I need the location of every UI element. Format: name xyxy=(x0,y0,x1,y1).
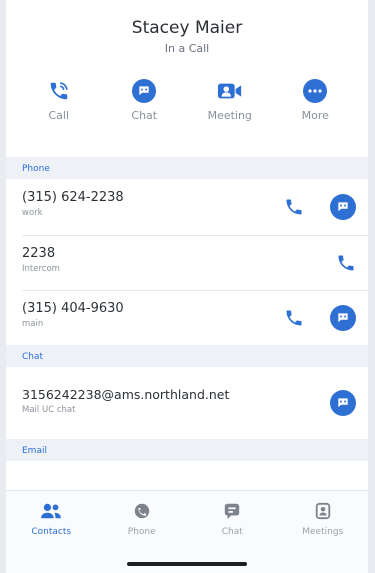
contacts-icon xyxy=(41,503,62,519)
more-action-label: More xyxy=(301,109,329,122)
phone-entry-intercom[interactable]: 2238 Intercom xyxy=(6,236,368,290)
tab-phone[interactable]: Phone xyxy=(102,491,182,573)
chat-bubble-icon[interactable] xyxy=(330,194,356,220)
phone-type: Intercom xyxy=(22,264,60,274)
chat-action-button[interactable]: Chat xyxy=(104,79,184,122)
phone-icon[interactable] xyxy=(336,253,356,273)
meeting-action-button[interactable]: Meeting xyxy=(190,79,270,122)
email-section-header: Email xyxy=(6,439,368,461)
phone-icon[interactable] xyxy=(284,197,304,217)
call-action-button[interactable]: Call xyxy=(19,79,99,122)
home-indicator xyxy=(127,562,247,566)
chat-address: 3156242238@ams.northland.net xyxy=(22,387,230,402)
chat-entry[interactable]: 3156242238@ams.northland.net Mail UC cha… xyxy=(6,367,368,439)
phone-entry-work[interactable]: (315) 624-2238 work xyxy=(6,179,368,235)
meeting-action-label: Meeting xyxy=(207,109,252,122)
tab-meetings[interactable]: Meetings xyxy=(283,491,363,573)
chat-section-header: Chat xyxy=(6,345,368,367)
contact-header: Stacey Maier In a Call xyxy=(6,0,368,55)
video-camera-icon xyxy=(217,83,241,99)
tab-label: Chat xyxy=(221,527,243,537)
chat-bubble-icon xyxy=(132,79,157,103)
tab-label: Contacts xyxy=(31,527,72,537)
phone-tab-icon xyxy=(134,503,149,519)
call-action-label: Call xyxy=(48,109,70,122)
meetings-tab-icon xyxy=(315,502,330,520)
phone-number: 2238 xyxy=(22,246,56,261)
contact-detail-screen: Stacey Maier In a Call Call Chat Meeting… xyxy=(6,0,368,573)
bottom-tab-bar: Contacts Phone Chat Meetings xyxy=(6,490,368,573)
more-action-button[interactable]: More xyxy=(275,79,355,122)
tab-label: Meetings xyxy=(302,527,344,537)
chat-bubble-icon[interactable] xyxy=(330,305,356,331)
tab-chat[interactable]: Chat xyxy=(192,491,272,573)
chat-type: Mail UC chat xyxy=(22,405,76,415)
action-row: Call Chat Meeting More xyxy=(6,55,368,149)
phone-entry-main[interactable]: (315) 404-9630 main xyxy=(6,291,368,345)
tab-label: Phone xyxy=(127,527,156,537)
phone-section-header: Phone xyxy=(6,157,368,179)
more-dots-icon xyxy=(303,79,328,103)
chat-bubble-icon[interactable] xyxy=(330,390,356,416)
contact-status: In a Call xyxy=(164,42,210,55)
phone-icon[interactable] xyxy=(284,308,304,328)
chat-tab-icon xyxy=(225,503,240,520)
phone-call-icon xyxy=(50,82,68,100)
contact-name: Stacey Maier xyxy=(131,18,243,38)
tab-contacts[interactable]: Contacts xyxy=(11,491,91,573)
chat-action-label: Chat xyxy=(131,109,158,122)
